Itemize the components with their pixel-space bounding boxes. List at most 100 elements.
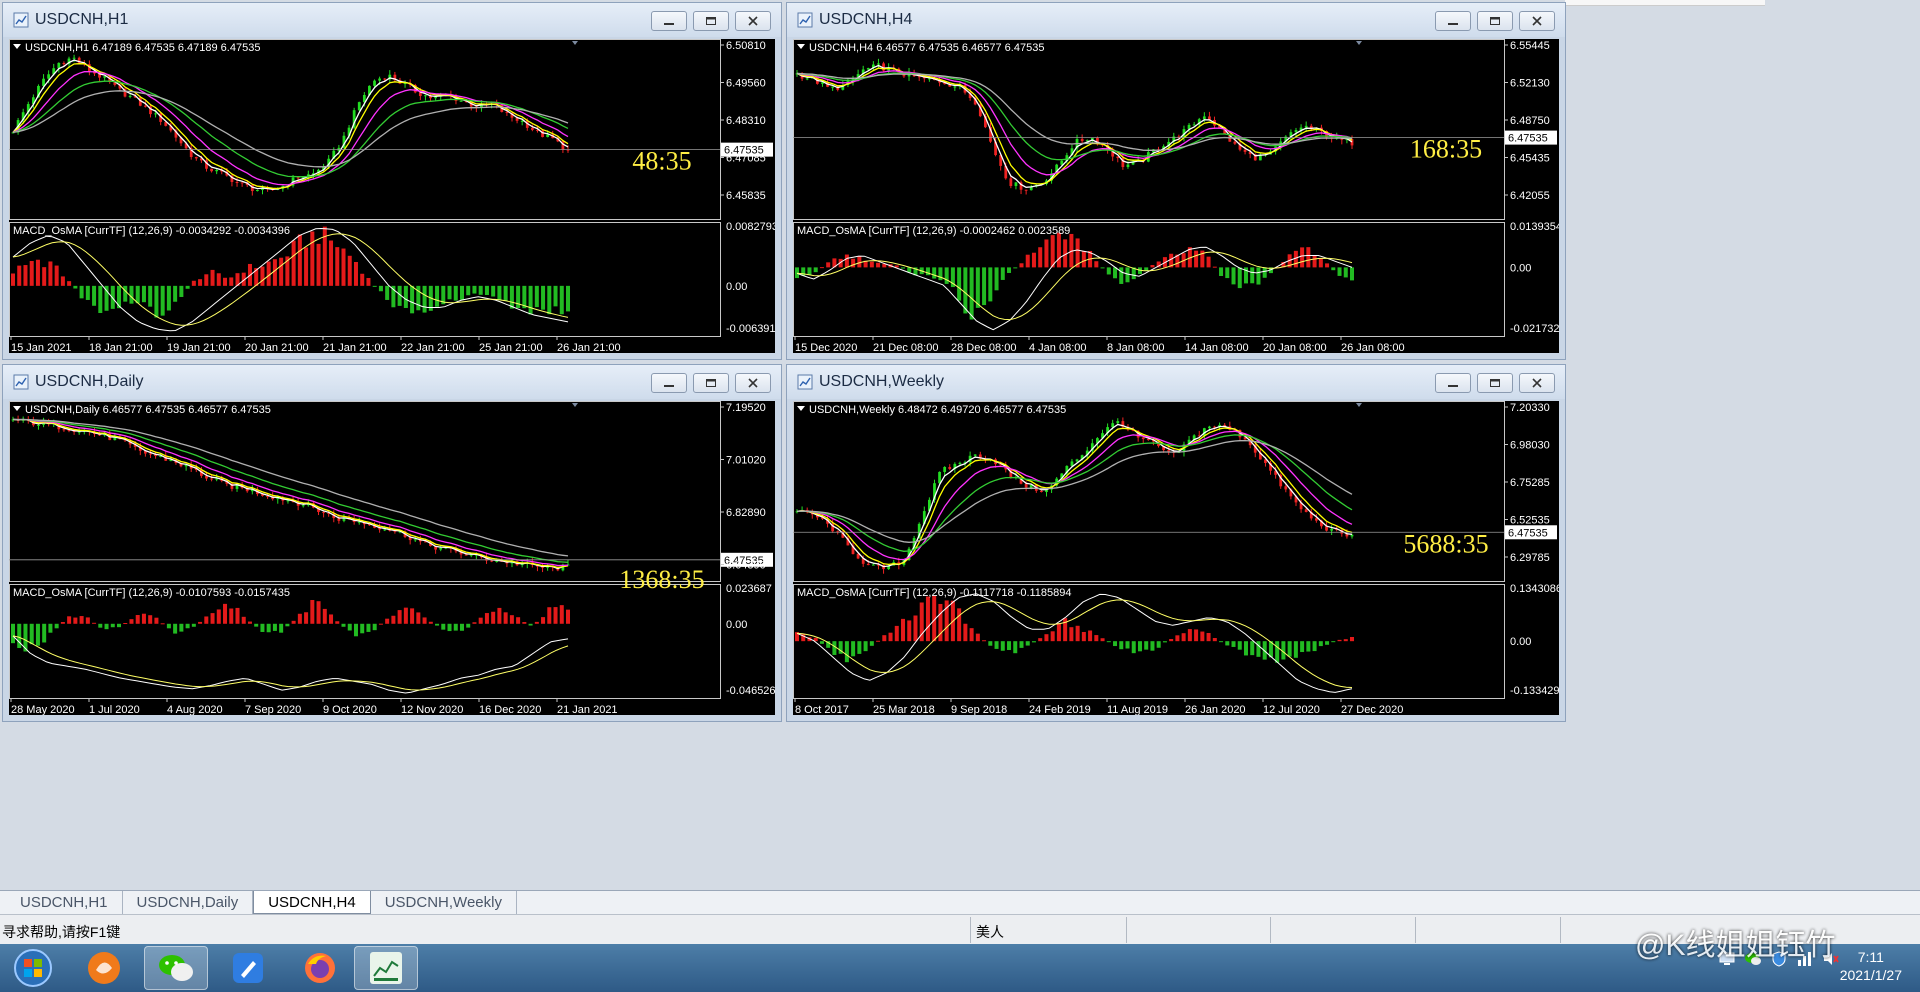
macd-histogram-bar — [422, 617, 427, 624]
macd-axis-label: 0.0139354 — [1510, 221, 1559, 233]
time-axis-label: 12 Nov 2020 — [401, 704, 463, 715]
macd-histogram-bar — [957, 267, 962, 301]
taskbar-app-3[interactable] — [216, 946, 280, 990]
macd-histogram-bar — [279, 623, 284, 633]
taskbar-trading-terminal[interactable] — [354, 946, 418, 990]
macd-histogram-bar — [210, 613, 215, 624]
price-chart[interactable]: 6.475356.508106.495606.483106.470856.458… — [9, 39, 775, 353]
minimize-button[interactable] — [651, 11, 687, 31]
close-button[interactable] — [1519, 373, 1555, 393]
candle-body — [322, 511, 325, 513]
macd-histogram-bar — [160, 285, 165, 316]
chart-header: USDCNH,H4 6.46577 6.47535 6.46577 6.4753… — [809, 42, 1044, 54]
floating-toolbar[interactable] — [1565, 0, 1765, 6]
macd-histogram-bar — [10, 273, 16, 286]
macd-histogram-bar — [329, 240, 334, 286]
close-button[interactable] — [735, 373, 771, 393]
taskbar-app-1[interactable] — [72, 946, 136, 990]
macd-histogram-bar — [54, 623, 59, 629]
bar-countdown-timer: 5688:35 — [1403, 529, 1488, 558]
macd-histogram-bar — [851, 258, 856, 268]
window-title: USDCNH,H4 — [819, 11, 913, 28]
minimize-button[interactable] — [651, 373, 687, 393]
macd-histogram-bar — [310, 231, 315, 286]
time-axis-label: 9 Sep 2018 — [951, 704, 1007, 715]
bar-countdown-timer: 168:35 — [1410, 135, 1482, 164]
close-button[interactable] — [735, 11, 771, 31]
chart-area[interactable]: 6.47535 7.19520 7.01020 6.82890 6.64390 USDCN… — [9, 401, 775, 715]
chart-area[interactable]: 6.47535 7.20330 6.98030 6.75285 6.52535 6.297… — [793, 401, 1559, 715]
tab-usdcnh-weekly[interactable]: USDCNH,Weekly — [371, 891, 517, 914]
macd-histogram-bar — [279, 257, 284, 286]
macd-histogram-bar — [397, 610, 402, 624]
macd-histogram-bar — [1081, 631, 1086, 642]
price-chart[interactable]: 6.47535 6.55445 6.52130 6.48750 6.45435 6.420… — [793, 39, 1559, 353]
candle-body — [215, 169, 219, 172]
chart-window-daily[interactable]: USDCNH,Daily 6.47535 7.19520 7.01020 6.8289… — [2, 364, 782, 722]
tab-usdcnh-h4[interactable]: USDCNH,H4 — [253, 891, 371, 914]
time-axis-label: 16 Dec 2020 — [479, 704, 541, 715]
macd-histogram-bar — [553, 285, 558, 307]
status-profile[interactable]: 美人 — [976, 922, 1004, 942]
macd-histogram-bar — [422, 285, 427, 313]
chart-area[interactable]: 6.47535 6.55445 6.52130 6.48750 6.45435 6.420… — [793, 39, 1559, 353]
start-button[interactable] — [4, 946, 62, 990]
price-chart[interactable]: 6.47535 7.20330 6.98030 6.75285 6.52535 6.297… — [793, 401, 1559, 715]
macd-histogram-bar — [459, 623, 464, 631]
macd-histogram-bar — [204, 616, 209, 624]
macd-histogram-bar — [229, 608, 234, 624]
maximize-button[interactable] — [1477, 11, 1513, 31]
close-button[interactable] — [1519, 11, 1555, 31]
macd-histogram-bar — [994, 641, 999, 649]
taskbar-wechat[interactable] — [144, 946, 208, 990]
maximize-icon — [1490, 17, 1500, 25]
macd-histogram-bar — [297, 234, 302, 286]
macd-histogram-bar — [509, 615, 514, 624]
chart-window-weekly[interactable]: USDCNH,Weekly 6.47535 7.20330 6.98030 6.752… — [786, 364, 1566, 722]
macd-pane-border — [793, 222, 1505, 337]
time-axis-label: 25 Mar 2018 — [873, 704, 935, 715]
macd-histogram-bar — [260, 266, 265, 286]
candle-body — [143, 105, 147, 107]
chart-window-h4[interactable]: USDCNH,H4 6.47535 6.55445 6.52130 6.48750 6.… — [786, 2, 1566, 360]
macd-histogram-bar — [1044, 634, 1049, 642]
system-clock[interactable]: 7:11 2021/1/27 — [1840, 948, 1902, 984]
price-pane-border — [793, 39, 1505, 220]
macd-histogram-bar — [901, 267, 906, 269]
macd-histogram-bar — [534, 285, 539, 308]
chart-shift-marker — [1356, 403, 1362, 407]
current-price-label: 6.47535 — [1508, 133, 1548, 145]
time-axis-label: 26 Jan 2020 — [1185, 704, 1246, 715]
maximize-button[interactable] — [693, 373, 729, 393]
taskbar-firefox[interactable] — [288, 946, 352, 990]
time-axis-label: 26 Jan 21:00 — [557, 342, 621, 353]
macd-histogram-bar — [416, 612, 421, 624]
candle-body — [62, 62, 66, 65]
macd-histogram-bar — [85, 285, 90, 300]
maximize-button[interactable] — [693, 11, 729, 31]
macd-histogram-bar — [1306, 247, 1311, 268]
chart-tab-bar: USDCNH,H1 USDCNH,Daily USDCNH,H4 USDCNH,… — [0, 890, 1920, 914]
macd-histogram-bar — [491, 611, 496, 624]
macd-histogram-bar — [360, 623, 365, 634]
macd-axis-label: 0.0082793 — [726, 221, 775, 233]
price-chart[interactable]: 6.475357.195207.010206.828906.64390USDCN… — [9, 401, 775, 715]
chart-window-h1[interactable]: USDCNH,H1 6.47535 6.50810 6.49560 6.48310 6.… — [2, 2, 782, 360]
macd-histogram-bar — [23, 265, 28, 286]
chart-area[interactable]: 6.47535 6.50810 6.49560 6.48310 6.47085 6.458… — [9, 39, 775, 353]
macd-histogram-bar — [235, 607, 240, 624]
minimize-button[interactable] — [1435, 11, 1471, 31]
candle-body — [866, 563, 870, 566]
tab-usdcnh-daily[interactable]: USDCNH,Daily — [123, 891, 254, 914]
minimize-button[interactable] — [1435, 373, 1471, 393]
maximize-button[interactable] — [1477, 373, 1513, 393]
price-axis-label: 6.48310 — [726, 115, 766, 127]
macd-histogram-bar — [1000, 267, 1005, 280]
macd-histogram-bar — [869, 641, 874, 646]
minimize-icon — [664, 385, 674, 387]
tab-usdcnh-h1[interactable]: USDCNH,H1 — [6, 891, 123, 914]
macd-histogram-bar — [509, 285, 514, 309]
time-axis-label: 24 Feb 2019 — [1029, 704, 1091, 715]
macd-histogram-bar — [329, 614, 334, 624]
candle-body — [1009, 178, 1013, 187]
